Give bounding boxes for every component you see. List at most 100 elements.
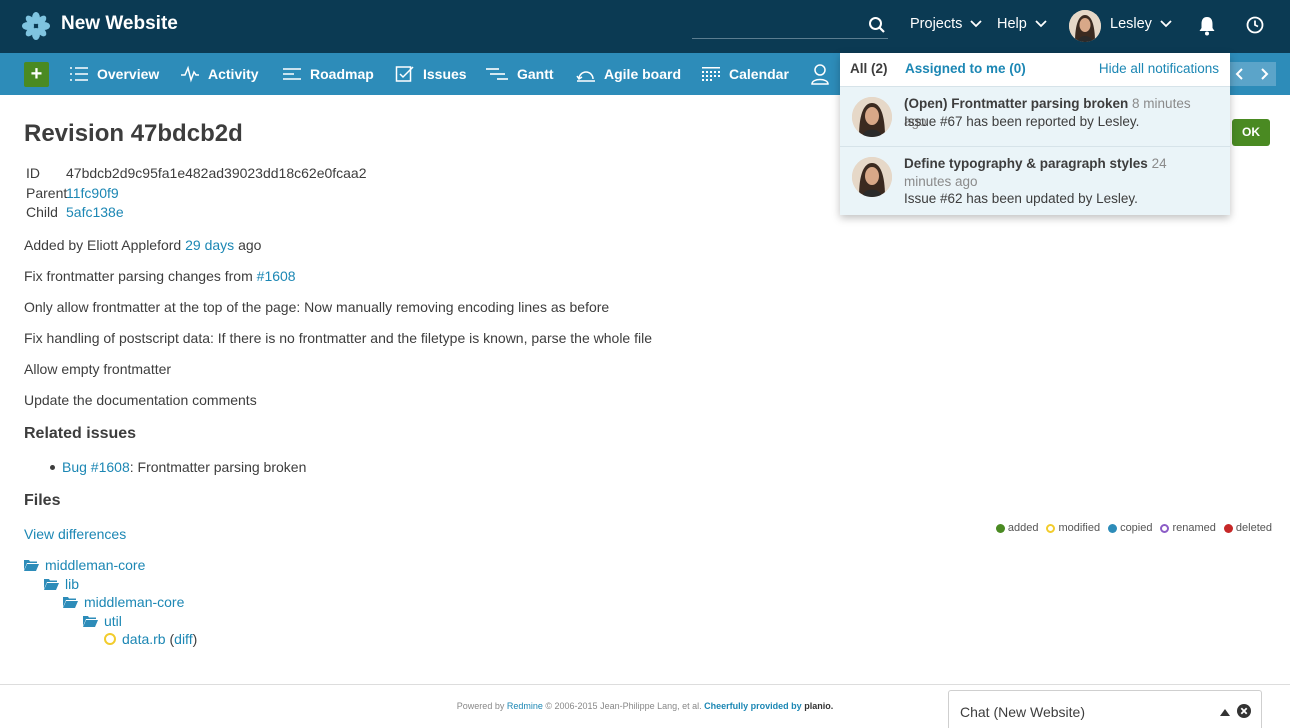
commit-message-line: Fix handling of postscript data: If ther… — [24, 330, 653, 346]
id-label: ID — [26, 165, 40, 181]
folder-link[interactable]: lib — [65, 576, 79, 592]
change-legend: added modified copied renamed deleted — [995, 522, 1272, 534]
tab-roadmap[interactable]: Roadmap — [282, 53, 374, 95]
paren: ) — [192, 631, 198, 647]
projects-label: Projects — [910, 16, 963, 32]
notification-description: Issue #62 has been updated by Lesley. — [904, 191, 1138, 206]
roadmap-icon — [283, 68, 301, 80]
planio-link[interactable]: Cheerfully provided by — [704, 701, 802, 711]
parent-link[interactable]: 11fc90f9 — [66, 185, 119, 201]
issue-link[interactable]: #1608 — [257, 268, 296, 284]
added-icon — [995, 523, 1005, 533]
legend-modified: modified — [1046, 522, 1100, 534]
user-menu[interactable]: Lesley — [1110, 16, 1172, 32]
site-title[interactable]: New Website — [61, 13, 178, 35]
tab-label: Roadmap — [310, 66, 374, 82]
close-icon[interactable] — [1237, 704, 1251, 718]
paren: ( — [165, 631, 175, 647]
chat-title[interactable]: Chat (New Website) — [960, 704, 1085, 720]
modified-icon — [104, 633, 116, 645]
avatar[interactable] — [1069, 10, 1101, 42]
tab-label: Issues — [423, 66, 467, 82]
folder-link[interactable]: middleman-core — [45, 557, 145, 573]
projects-menu[interactable]: Projects — [910, 16, 983, 32]
renamed-icon — [1160, 523, 1170, 533]
child-link[interactable]: 5afc138e — [66, 204, 124, 220]
clock-icon[interactable] — [1246, 16, 1264, 34]
tab-issues[interactable]: Issues — [395, 53, 467, 95]
avatar — [852, 157, 892, 197]
id-value: 47bdcb2d9c95fa1e482ad39023dd18c62e0fcaa2 — [66, 165, 367, 181]
child-label: Child — [26, 204, 58, 220]
added-by-prefix: Added by Eliott Appleford — [24, 237, 182, 253]
commit-message-line: Only allow frontmatter at the top of the… — [24, 299, 610, 315]
related-issue-text: : Frontmatter parsing broken — [129, 459, 307, 475]
activity-icon — [181, 65, 199, 83]
tab-all-notifications[interactable]: All (2) — [850, 61, 888, 76]
notification-item[interactable]: Define typography & paragraph styles 24 … — [840, 146, 1230, 215]
notification-subject: Define typography & paragraph styles — [904, 156, 1148, 171]
tab-overview[interactable]: Overview — [69, 53, 159, 95]
gantt-icon — [486, 68, 508, 80]
folder-open-icon — [63, 597, 78, 608]
chevron-down-icon — [1035, 20, 1047, 28]
help-menu[interactable]: Help — [997, 16, 1047, 32]
legend-label: deleted — [1235, 522, 1272, 534]
tab-label: Calendar — [729, 66, 789, 82]
added-by-suffix: ago — [238, 237, 262, 253]
planio-logo[interactable]: planio. — [804, 701, 833, 711]
chat-widget[interactable]: Chat (New Website) — [948, 690, 1262, 728]
tab-members[interactable] — [810, 53, 830, 95]
top-bar: New Website Projects Help Lesley — [0, 0, 1290, 53]
folder-link[interactable]: util — [104, 613, 122, 629]
scroll-left-button[interactable] — [1228, 62, 1252, 86]
tab-label: Gantt — [517, 66, 554, 82]
chevron-down-icon — [1160, 20, 1172, 28]
tree-folder[interactable]: middleman-core — [63, 594, 184, 610]
tree-folder[interactable]: lib — [44, 576, 79, 592]
caret-up-icon[interactable] — [1220, 708, 1230, 716]
folder-link[interactable]: middleman-core — [84, 594, 184, 610]
tab-agile-board[interactable]: Agile board — [576, 53, 681, 95]
tree-folder[interactable]: middleman-core — [24, 557, 145, 573]
commit-message-line: Update the documentation comments — [24, 392, 257, 408]
view-differences-link[interactable]: View differences — [24, 526, 126, 542]
file-link[interactable]: data.rb — [122, 631, 166, 647]
notification-item[interactable]: (Open) Frontmatter parsing broken 8 minu… — [840, 86, 1230, 146]
checkbox-icon — [395, 66, 414, 82]
tab-assigned-to-me[interactable]: Assigned to me (0) — [905, 61, 1026, 76]
search-input[interactable] — [692, 12, 888, 39]
ok-button[interactable]: OK — [1232, 119, 1270, 146]
redmine-link[interactable]: Redmine — [507, 701, 543, 711]
diff-link[interactable]: diff — [174, 631, 192, 647]
commit-message-line: Allow empty frontmatter — [24, 361, 172, 377]
person-icon — [811, 64, 829, 85]
related-issue-link[interactable]: Bug #1608 — [62, 459, 130, 475]
bell-icon[interactable] — [1198, 16, 1216, 36]
related-issue-item: Bug #1608: Frontmatter parsing broken — [62, 459, 306, 475]
notification-subject: (Open) Frontmatter parsing broken — [904, 96, 1129, 111]
notifications-dropdown: All (2) Assigned to me (0) Hide all noti… — [840, 53, 1230, 215]
legend-copied: copied — [1108, 522, 1152, 534]
folder-open-icon — [83, 616, 98, 627]
tab-calendar[interactable]: Calendar — [701, 53, 789, 95]
tree-folder[interactable]: util — [83, 613, 122, 629]
legend-label: renamed — [1172, 522, 1216, 534]
search-icon[interactable] — [868, 16, 886, 34]
legend-label: modified — [1058, 522, 1101, 534]
tab-activity[interactable]: Activity — [180, 53, 259, 95]
tab-label: Agile board — [604, 66, 682, 82]
age-link[interactable]: 29 days — [185, 237, 234, 253]
scroll-right-button[interactable] — [1252, 62, 1276, 86]
copied-icon — [1108, 523, 1118, 533]
page-title: Revision 47bdcb2d — [24, 120, 243, 147]
hide-all-notifications-link[interactable]: Hide all notifications — [1099, 61, 1219, 76]
logo-icon[interactable] — [22, 12, 50, 40]
add-button[interactable]: + — [24, 62, 49, 87]
chevron-down-icon — [970, 20, 983, 28]
footer-text: © 2006-2015 Jean-Philippe Lang, et al. — [545, 701, 702, 711]
added-by: Added by Eliott Appleford 29 days ago — [24, 237, 261, 253]
legend-added: added — [995, 522, 1038, 534]
tree-file: data.rb (diff) — [104, 631, 197, 647]
tab-gantt[interactable]: Gantt — [485, 53, 554, 95]
